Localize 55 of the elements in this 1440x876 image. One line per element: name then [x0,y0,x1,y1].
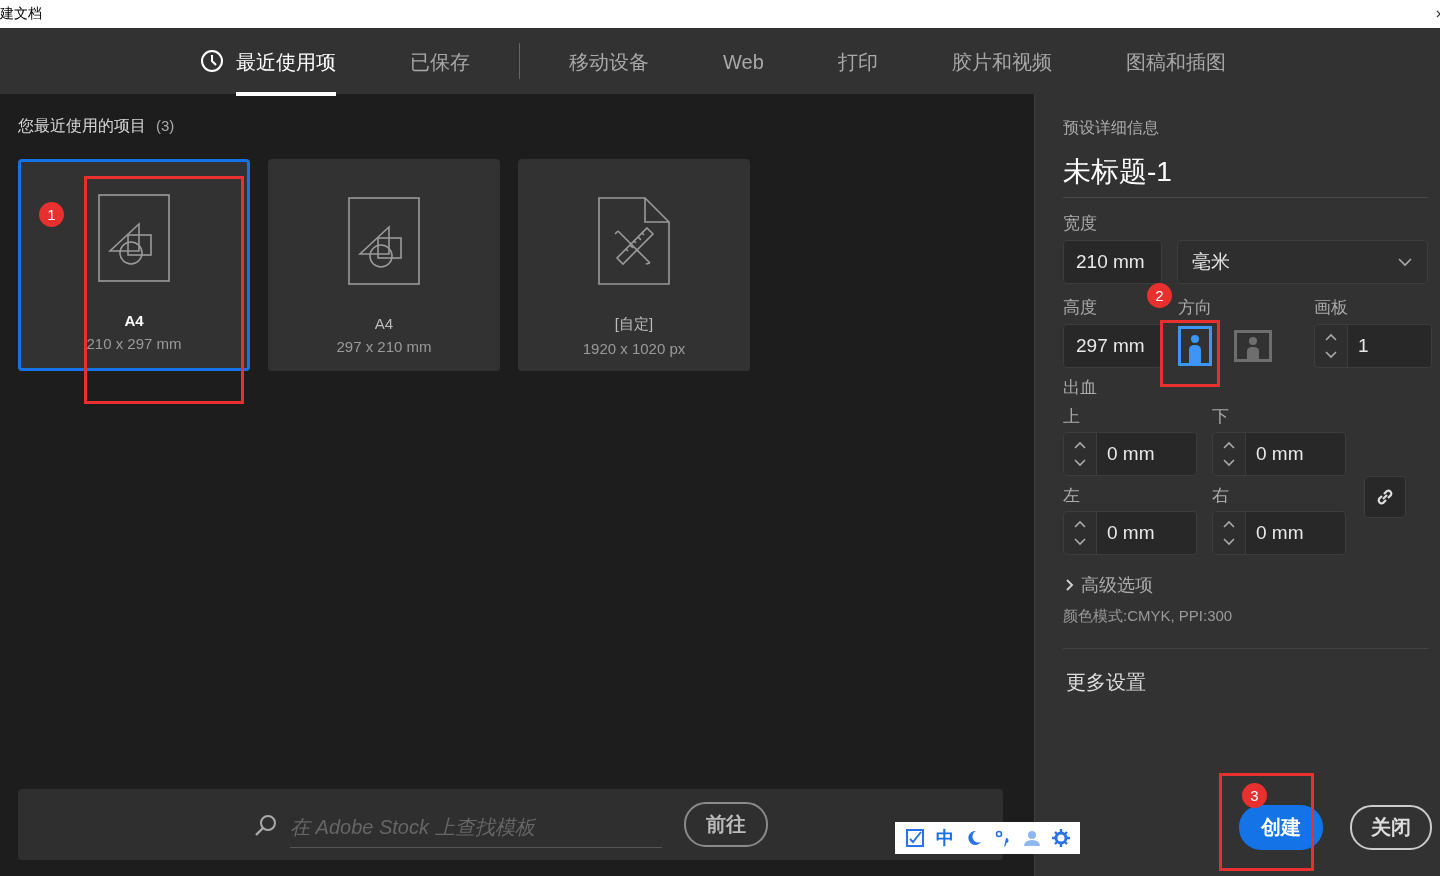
settings-icon[interactable] [1052,829,1071,847]
window-title: 建文档 [0,5,42,23]
width-field[interactable]: 210 mm [1063,240,1163,284]
preset-card[interactable]: [自定] 1920 x 1020 px [518,159,750,371]
tab[interactable]: Web [686,28,801,94]
advanced-options-toggle[interactable]: 高级选项 [1063,573,1428,597]
tab[interactable]: 最近使用项 [200,28,373,94]
search-icon [254,812,278,837]
more-settings-heading[interactable]: 更多设置 [1066,669,1428,696]
preset-card[interactable]: A4 297 x 210 mm [268,159,500,371]
field-label: 左 [1063,485,1081,507]
chevron-down-icon [1397,257,1413,267]
tab[interactable]: 已保存 [373,28,507,94]
field-label: 上 [1063,406,1081,428]
preset-size: 297 x 210 mm [336,338,432,355]
bleed-field[interactable]: 0 mm [1245,512,1345,554]
tab[interactable]: 图稿和插图 [1088,28,1263,94]
field-label: 宽度 [1063,213,1098,235]
preset-size: 1920 x 1020 px [582,340,686,357]
preset-name: [自定] [614,315,654,334]
height-field[interactable]: 297 mm [1063,324,1163,368]
document-shapes-icon [348,197,420,285]
document-name-field[interactable]: 未标题-1 [1063,145,1428,198]
clock-icon [200,49,224,73]
go-button[interactable]: 前往 [684,802,768,847]
bleed-field[interactable]: 0 mm [1096,433,1196,475]
document-ruler-pencil-icon [598,197,670,285]
panel-heading: 预设详细信息 [1063,118,1160,138]
artboard-count-field[interactable]: 1 [1347,325,1431,367]
preset-size: 210 x 297 mm [86,335,182,352]
landscape-orientation-button[interactable] [1234,330,1272,362]
color-mode-text: 颜色模式:CMYK, PPI:300 [1063,607,1234,626]
field-label: 画板 [1314,297,1349,319]
tab[interactable]: 移动设备 [532,28,686,94]
portrait-orientation-button[interactable] [1178,326,1212,366]
preset-name: A4 [124,312,144,329]
link-button[interactable] [1364,476,1406,518]
preset-name: A4 [374,315,394,332]
input-mode-toggle[interactable]: 中 [935,826,954,850]
item-count: (3) [156,117,175,134]
field-label: 出血 [1063,377,1098,399]
unit-dropdown[interactable]: 毫米 [1177,240,1428,284]
tab[interactable]: 打印 [800,28,915,94]
field-label: 方向 [1178,297,1213,319]
field-label: 下 [1212,406,1230,428]
create-button[interactable]: 创建 [1239,805,1323,850]
document-shapes-icon [98,194,170,282]
checkbox-icon[interactable] [904,828,925,848]
bleed-field[interactable]: 0 mm [1245,433,1345,475]
field-label: 右 [1212,485,1230,507]
tab[interactable]: 胶片和视频 [914,28,1089,94]
highlight-frame [1160,320,1220,387]
section-heading: 您最近使用的项目 [18,116,146,136]
bleed-field[interactable]: 0 mm [1096,512,1196,554]
close-button[interactable]: 关闭 [1350,805,1432,850]
